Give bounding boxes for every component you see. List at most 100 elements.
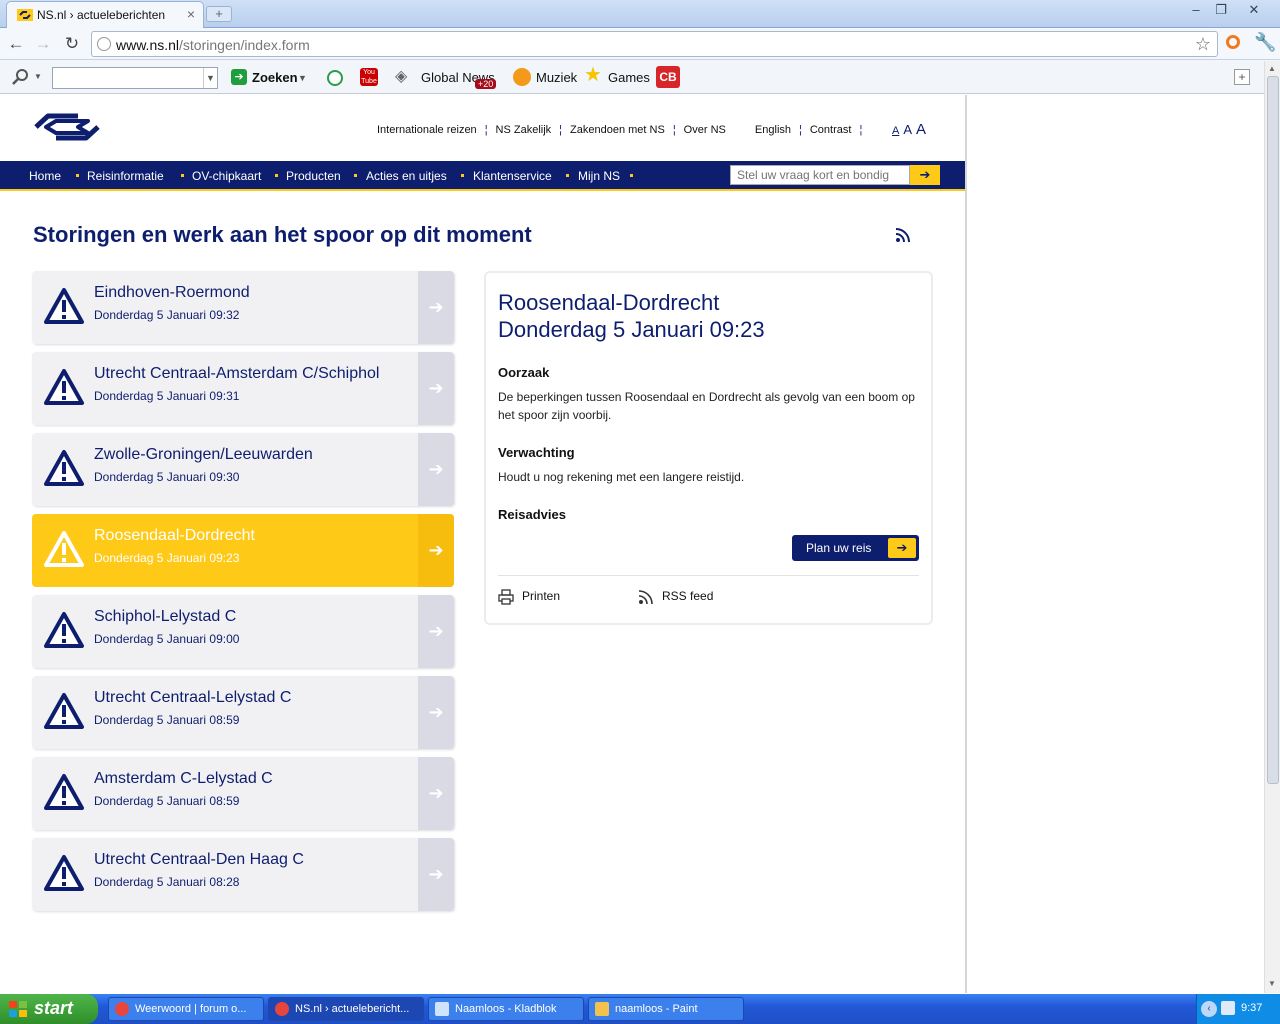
rss-feed-link[interactable]: RSS feed bbox=[638, 589, 713, 605]
youtube-icon[interactable]: You Tube bbox=[360, 68, 378, 86]
cb-button[interactable]: CB bbox=[656, 66, 680, 88]
rss-label: RSS feed bbox=[662, 589, 714, 604]
scroll-down-icon[interactable]: ▼ bbox=[1268, 979, 1276, 988]
site-search-field[interactable] bbox=[730, 165, 910, 185]
page-info-icon[interactable] bbox=[97, 37, 111, 51]
zoeken-dropdown-icon[interactable]: ▼ bbox=[298, 73, 307, 83]
font-size-medium[interactable]: A bbox=[903, 122, 912, 137]
paint-icon bbox=[595, 1002, 609, 1016]
vertical-scrollbar[interactable]: ▲ ▼ bbox=[1264, 61, 1280, 993]
bookmark-star-icon[interactable]: ☆ bbox=[1195, 34, 1211, 55]
nav-reisinformatie[interactable]: Reisinformatie bbox=[87, 169, 164, 183]
arrow-right-icon[interactable]: ➔ bbox=[418, 514, 454, 587]
link-english[interactable]: English bbox=[755, 124, 791, 136]
rss-icon[interactable] bbox=[895, 227, 911, 243]
url-text: www.ns.nl/storingen/index.form bbox=[116, 37, 310, 53]
print-link[interactable]: Printen bbox=[498, 589, 560, 605]
start-label: start bbox=[34, 998, 74, 1018]
extension-icon[interactable] bbox=[1226, 35, 1240, 49]
toolbar-search-input[interactable]: ▼ bbox=[52, 67, 218, 89]
taskbar-item[interactable]: naamloos - Paint bbox=[588, 997, 744, 1021]
site-search-button[interactable]: ➔ bbox=[910, 165, 940, 185]
nav-klantenservice[interactable]: Klantenservice bbox=[473, 169, 552, 183]
disruption-detail-panel: Roosendaal-Dordrecht Donderdag 5 Januari… bbox=[484, 271, 933, 625]
disruption-item-selected[interactable]: Roosendaal-Dordrecht Donderdag 5 Januari… bbox=[32, 514, 454, 587]
global-news-badge: +20 bbox=[475, 79, 497, 89]
arrow-right-icon[interactable]: ➔ bbox=[418, 757, 454, 830]
disruption-item[interactable]: Utrecht Centraal-Den Haag C Donderdag 5 … bbox=[32, 838, 454, 911]
disruption-item[interactable]: Amsterdam C-Lelystad C Donderdag 5 Janua… bbox=[32, 757, 454, 830]
link-over-ns[interactable]: Over NS bbox=[684, 124, 726, 136]
disruption-item[interactable]: Utrecht Centraal-Lelystad C Donderdag 5 … bbox=[32, 676, 454, 749]
warning-icon bbox=[44, 693, 84, 729]
close-window-icon[interactable]: ✕ bbox=[1243, 2, 1265, 18]
font-size-large[interactable]: A bbox=[916, 121, 926, 138]
new-tab-button[interactable]: + bbox=[206, 6, 232, 22]
nav-producten[interactable]: Producten bbox=[286, 169, 341, 183]
zoeken-button[interactable]: Zoeken bbox=[252, 70, 298, 85]
link-zakendoen-met-ns[interactable]: Zakendoen met NS bbox=[570, 124, 665, 136]
disruption-item[interactable]: Utrecht Centraal-Amsterdam C/Schiphol Do… bbox=[32, 352, 454, 425]
disruption-route: Utrecht Centraal-Den Haag C bbox=[94, 851, 304, 868]
arrow-right-icon[interactable]: ➔ bbox=[418, 352, 454, 425]
nav-acties-en-uitjes[interactable]: Acties en uitjes bbox=[366, 169, 447, 183]
forward-icon[interactable]: → bbox=[32, 33, 54, 55]
disruption-item[interactable]: Eindhoven-Roermond Donderdag 5 Januari 0… bbox=[32, 271, 454, 344]
scroll-up-icon[interactable]: ▲ bbox=[1268, 64, 1276, 73]
muziek-link[interactable]: Muziek bbox=[536, 70, 577, 85]
nav-mijn-ns[interactable]: Mijn NS bbox=[578, 169, 620, 183]
back-icon[interactable]: ← bbox=[5, 33, 27, 55]
detail-route: Roosendaal-Dordrecht bbox=[498, 290, 720, 315]
disruption-route: Utrecht Centraal-Lelystad C bbox=[94, 689, 292, 706]
nav-home[interactable]: Home bbox=[29, 169, 61, 183]
add-bookmark-icon[interactable]: + bbox=[1234, 69, 1250, 85]
link-contrast[interactable]: Contrast bbox=[810, 124, 852, 136]
verwachting-text: Houdt u nog rekening met een langere rei… bbox=[498, 470, 745, 484]
nav-ov-chipkaart[interactable]: OV-chipkaart bbox=[192, 169, 261, 183]
network-icon[interactable] bbox=[1221, 1001, 1235, 1015]
games-link[interactable]: Games bbox=[608, 70, 650, 85]
print-label: Printen bbox=[522, 589, 561, 604]
muziek-icon bbox=[513, 68, 531, 86]
arrow-right-icon[interactable]: ➔ bbox=[418, 271, 454, 344]
taskbar-item-active[interactable]: NS.nl › actuelebericht... bbox=[268, 997, 424, 1021]
browser-tab[interactable]: NS.nl › actueleberichten × bbox=[6, 1, 204, 28]
plan-uw-reis-button[interactable]: Plan uw reis ➔ bbox=[792, 535, 919, 561]
disruption-item[interactable]: Schiphol-Lelystad C Donderdag 5 Januari … bbox=[32, 595, 454, 668]
font-size-switcher: AAA bbox=[892, 121, 930, 138]
restore-icon[interactable]: ❐ bbox=[1210, 2, 1232, 18]
address-bar[interactable]: www.ns.nl/storingen/index.form ☆ bbox=[91, 31, 1218, 57]
search-icon[interactable] bbox=[12, 68, 30, 86]
minimize-icon[interactable]: ‒ bbox=[1185, 2, 1207, 18]
utorrent-icon[interactable] bbox=[327, 70, 343, 86]
site-search-input[interactable] bbox=[731, 166, 909, 184]
arrow-right-icon: ➔ bbox=[888, 538, 916, 558]
disruption-date: Donderdag 5 Januari 09:32 bbox=[94, 308, 240, 322]
ns-logo[interactable] bbox=[32, 112, 102, 142]
tab-close-icon[interactable]: × bbox=[187, 6, 195, 22]
link-internationale-reizen[interactable]: Internationale reizen bbox=[377, 124, 477, 136]
taskbar-item[interactable]: Naamloos - Kladblok bbox=[428, 997, 584, 1021]
ns-favicon-icon bbox=[17, 9, 33, 21]
arrow-right-icon[interactable]: ➔ bbox=[418, 595, 454, 668]
wrench-menu-icon[interactable]: 🔧 bbox=[1254, 32, 1276, 53]
warning-icon bbox=[44, 369, 84, 405]
tray-expand-icon[interactable]: ‹ bbox=[1201, 1001, 1217, 1017]
disruption-item[interactable]: Zwolle-Groningen/Leeuwarden Donderdag 5 … bbox=[32, 433, 454, 506]
start-button[interactable]: start bbox=[0, 994, 98, 1024]
scrollbar-thumb[interactable] bbox=[1267, 76, 1279, 784]
font-size-small[interactable]: A bbox=[892, 125, 899, 137]
chrome-icon bbox=[275, 1002, 289, 1016]
arrow-right-icon[interactable]: ➔ bbox=[418, 676, 454, 749]
link-ns-zakelijk[interactable]: NS Zakelijk bbox=[496, 124, 552, 136]
arrow-right-icon[interactable]: ➔ bbox=[418, 838, 454, 911]
detail-title: Roosendaal-Dordrecht Donderdag 5 Januari… bbox=[498, 289, 765, 343]
search-dropdown-icon[interactable]: ▼ bbox=[34, 72, 42, 81]
disruption-date: Donderdag 5 Januari 09:23 bbox=[94, 551, 240, 565]
arrow-right-icon[interactable]: ➔ bbox=[418, 433, 454, 506]
taskbar-item[interactable]: Weerwoord | forum o... bbox=[108, 997, 264, 1021]
chevron-down-icon[interactable]: ▼ bbox=[203, 68, 217, 88]
warning-icon bbox=[44, 612, 84, 648]
bookmarks-bar: ▼ ▼ ➔ Zoeken ▼ You Tube ◈ Global News +20… bbox=[0, 60, 1280, 94]
reload-icon[interactable]: ↻ bbox=[61, 33, 83, 55]
